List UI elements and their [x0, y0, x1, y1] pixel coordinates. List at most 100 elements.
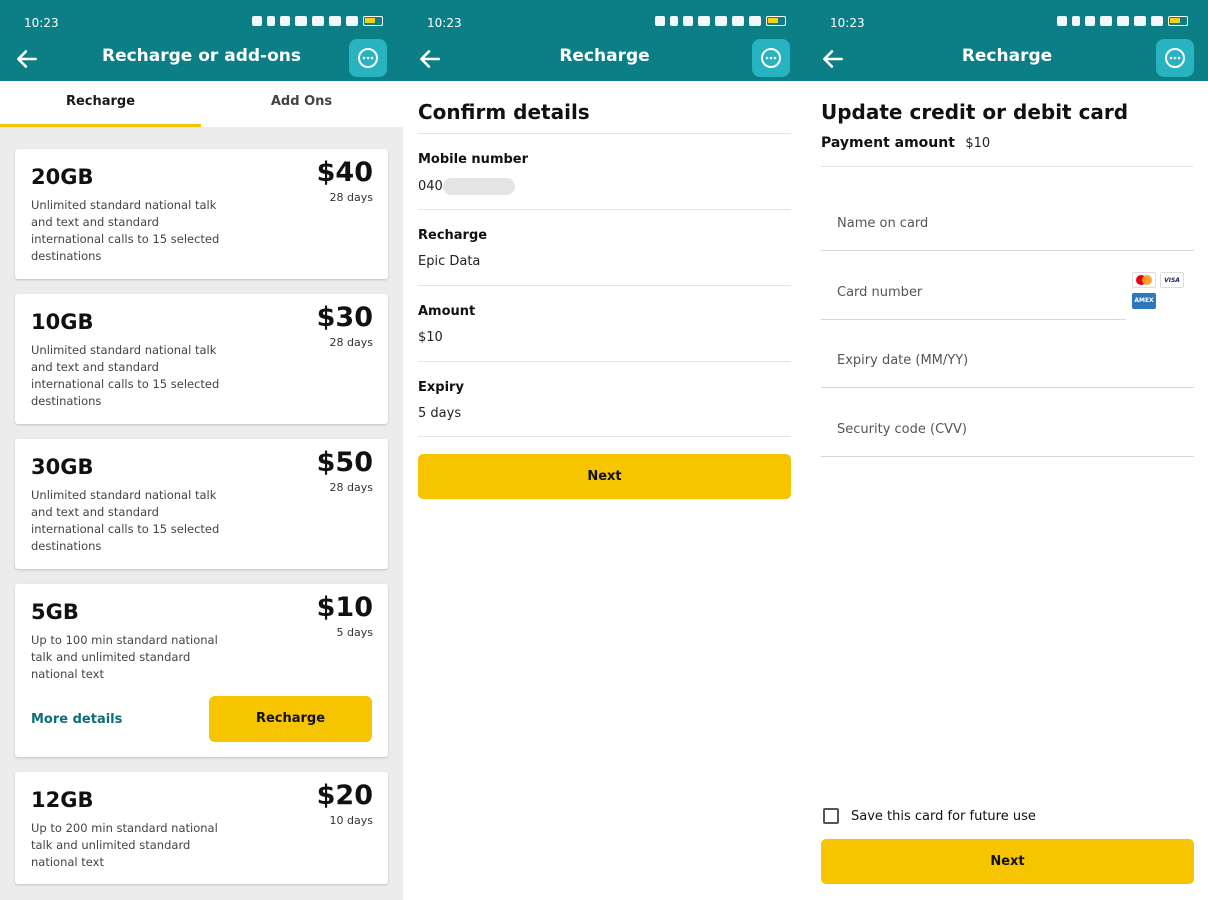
plan-data: 5GB [31, 600, 79, 624]
hd-icon [312, 16, 324, 26]
network-speed-icon [683, 16, 693, 26]
alarm-icon [1057, 16, 1067, 26]
card-logos: VISA AMEX [1130, 272, 1188, 314]
chat-button[interactable] [752, 39, 790, 77]
payment-amount-value: $10 [965, 136, 991, 151]
signal-icon [1151, 16, 1163, 26]
field-placeholder: Card number [837, 285, 923, 300]
plan-description: Unlimited standard national talk and tex… [31, 343, 220, 408]
plan-card-expanded[interactable]: 5GB $10 5 days Up to 100 min standard na… [15, 584, 388, 757]
expiry-date-field[interactable]: Expiry date (MM/YY) [821, 320, 1194, 388]
plan-duration: 28 days [329, 191, 373, 204]
plan-price: $10 [316, 592, 373, 623]
page-title: Recharge [961, 46, 1053, 66]
plan-description: Unlimited standard national talk and tex… [31, 198, 220, 263]
screen-confirm-details: 10:23 Recharge Confirm details Mobile nu… [403, 0, 806, 900]
save-card-checkbox[interactable] [823, 808, 839, 824]
status-time: 10:23 [24, 16, 59, 30]
payment-amount: Payment amount $10 [821, 135, 990, 151]
detail-value: 040 [418, 178, 515, 195]
tab-recharge[interactable]: Recharge [0, 81, 201, 127]
next-button[interactable]: Next [418, 454, 791, 499]
vibrate-icon [670, 16, 678, 26]
vibrate-icon [1072, 16, 1080, 26]
cvv-field[interactable]: Security code (CVV) [821, 389, 1194, 457]
card-number-field[interactable]: Card number [821, 252, 1126, 320]
wifi-icon [1100, 16, 1112, 26]
signal-icon [749, 16, 761, 26]
plan-data: 30GB [31, 455, 94, 479]
visa-icon: VISA [1160, 272, 1184, 288]
mobile-number-value: 040 [418, 179, 443, 194]
next-button[interactable]: Next [821, 839, 1194, 884]
plan-duration: 28 days [329, 336, 373, 349]
app-bar: 10:23 Recharge or add-ons [0, 0, 403, 81]
plan-card[interactable]: 30GB $50 28 days Unlimited standard nati… [15, 439, 388, 569]
plan-data: 12GB [31, 788, 94, 812]
redaction-mask [442, 178, 515, 195]
recharge-button[interactable]: Recharge [209, 696, 372, 742]
status-icons [1057, 16, 1188, 26]
detail-value: $10 [418, 330, 443, 345]
signal-icon [1134, 16, 1146, 26]
chat-icon [761, 48, 781, 68]
vibrate-icon [267, 16, 275, 26]
detail-row-mobile: Mobile number 040 [418, 133, 791, 209]
plan-price: $50 [316, 447, 373, 478]
app-bar: 10:23 Recharge [806, 0, 1208, 81]
chat-icon [358, 48, 378, 68]
detail-value: Epic Data [418, 254, 481, 269]
plan-price: $30 [316, 302, 373, 333]
app-bar: 10:23 Recharge [403, 0, 806, 81]
detail-label: Amount [418, 304, 476, 319]
chat-button[interactable] [349, 39, 387, 77]
tab-bar: Recharge Add Ons [0, 81, 403, 127]
battery-icon [1168, 16, 1188, 26]
plan-price: $20 [316, 780, 373, 811]
detail-label: Expiry [418, 380, 464, 395]
status-bar: 10:23 [423, 14, 786, 32]
detail-label: Mobile number [418, 152, 529, 167]
status-bar: 10:23 [826, 14, 1188, 32]
hd-icon [1117, 16, 1129, 26]
status-time: 10:23 [427, 16, 462, 30]
screen-recharge-or-addons: 10:23 Recharge or add-ons Recharge Add O… [0, 0, 403, 900]
field-placeholder: Expiry date (MM/YY) [837, 353, 969, 368]
network-speed-icon [1085, 16, 1095, 26]
plan-card[interactable]: 10GB $30 28 days Unlimited standard nati… [15, 294, 388, 424]
signal-icon [329, 16, 341, 26]
status-time: 10:23 [830, 16, 865, 30]
network-speed-icon [280, 16, 290, 26]
name-on-card-field[interactable]: Name on card [821, 183, 1194, 251]
amex-icon: AMEX [1132, 293, 1156, 309]
plan-price: $40 [316, 157, 373, 188]
plan-data: 10GB [31, 310, 94, 334]
page-title: Recharge or add-ons [101, 46, 302, 66]
field-placeholder: Name on card [837, 216, 929, 231]
plan-duration: 5 days [336, 626, 373, 639]
signal-icon [732, 16, 744, 26]
wifi-icon [295, 16, 307, 26]
alarm-icon [655, 16, 665, 26]
plan-data: 20GB [31, 165, 94, 189]
plan-card[interactable]: 20GB $40 28 days Unlimited standard nati… [15, 149, 388, 279]
chat-button[interactable] [1156, 39, 1194, 77]
screen-update-card: 10:23 Recharge Update credit or debit ca… [806, 0, 1208, 900]
status-icons [252, 16, 383, 26]
signal-icon [346, 16, 358, 26]
save-card-label: Save this card for future use [851, 809, 1036, 824]
detail-row-expiry: Expiry 5 days [418, 361, 791, 437]
alarm-icon [252, 16, 262, 26]
payment-amount-label: Payment amount [821, 135, 955, 151]
detail-row-amount: Amount $10 [418, 285, 791, 361]
field-placeholder: Security code (CVV) [837, 422, 968, 437]
plan-card[interactable]: 12GB $20 10 days Up to 200 min standard … [15, 772, 388, 884]
battery-icon [766, 16, 786, 26]
section-heading: Update credit or debit card [821, 100, 1129, 124]
tab-add-ons[interactable]: Add Ons [201, 81, 402, 127]
mastercard-icon [1132, 272, 1156, 288]
detail-value: 5 days [418, 406, 462, 421]
detail-label: Recharge [418, 228, 488, 243]
plan-description: Up to 100 min standard national talk and… [31, 633, 218, 681]
more-details-link[interactable]: More details [31, 712, 122, 727]
